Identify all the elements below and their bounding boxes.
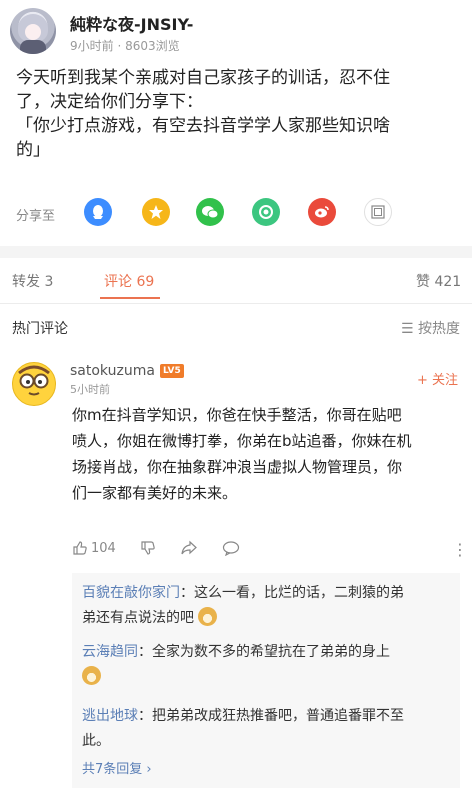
commenter-name[interactable]: satokuzuma — [70, 363, 155, 379]
comment-line: 喷人，你姐在微博打拳，你弟在b站追番，你妹在机 — [72, 432, 412, 450]
post-meta: 9小时前 · 8603浏览 — [70, 39, 180, 53]
wechat-icon[interactable] — [196, 198, 224, 226]
post-body: 今天听到我某个亲戚对自己家孩子的训话，忍不住 了，决定给你们分享下： 「你少打点… — [16, 66, 462, 162]
view-all-replies-link[interactable]: 共7条回复 › — [82, 758, 152, 777]
tabs-divider — [0, 303, 472, 304]
thumbs-up-icon — [73, 541, 87, 555]
reply-item[interactable]: 百貌在敲你家门：这么一看，比烂的话，二刺猿的弟 弟还有点说法的吧 — [82, 581, 454, 631]
like-count: 104 — [91, 540, 116, 556]
comment-line: 你m在抖音学知识，你爸在快手整活，你哥在贴吧 — [72, 406, 402, 424]
qzone-icon[interactable] — [142, 198, 170, 226]
comment-time: 5小时前 — [70, 383, 110, 396]
post-line: 的」 — [16, 140, 50, 160]
comment-bubble-icon — [222, 541, 240, 556]
thumbs-down-icon — [141, 541, 155, 555]
post-line: 「你少打点游戏，有空去抖音学学人家那些知识啥 — [16, 116, 390, 136]
glasses-emoji-icon — [18, 365, 50, 396]
avatar-face — [25, 24, 41, 40]
reply-author[interactable]: 云海趋同 — [82, 644, 138, 660]
reply-text: ：把弟弟改成狂热推番吧，普通追番罪不至 — [138, 708, 404, 724]
reply-item[interactable]: 云海趋同：全家为数不多的希望抗在了弟弟的身上 — [82, 640, 454, 690]
follow-button[interactable]: + 关注 — [417, 369, 458, 388]
comment-body: 你m在抖音学知识，你爸在快手整活，你哥在贴吧 喷人，你姐在微博打拳，你弟在b站追… — [72, 402, 464, 506]
share-label: 分享至 — [16, 209, 56, 224]
tab-like[interactable]: 赞 421 — [416, 271, 461, 291]
post-line: 今天听到我某个亲戚对自己家孩子的训话，忍不住 — [16, 68, 390, 88]
sort-by-hot-button[interactable]: ☰ 按热度 — [401, 318, 460, 338]
tab-repost[interactable]: 转发 3 — [12, 271, 53, 291]
reply-text: ：这么一看，比烂的话，二刺猿的弟 — [180, 585, 404, 601]
commenter-avatar[interactable] — [12, 362, 56, 406]
moments-icon[interactable] — [252, 198, 280, 226]
author-name[interactable]: 純粋な夜-JNSIY- — [70, 11, 193, 35]
gallery-icon[interactable] — [364, 198, 392, 226]
comment-line: 场接肖战，你在抽象群冲浪当虚拟人物管理员，你 — [72, 458, 403, 476]
avatar-body — [20, 40, 46, 54]
reply-text: ：全家为数不多的希望抗在了弟弟的身上 — [138, 644, 390, 660]
section-divider — [0, 246, 472, 258]
more-options-icon[interactable]: ⋮ — [452, 540, 468, 559]
like-button[interactable]: 104 — [72, 540, 116, 556]
reply-author[interactable]: 逃出地球 — [82, 708, 138, 724]
reply-author[interactable]: 百貌在敲你家门 — [82, 585, 180, 601]
tab-active-indicator — [100, 297, 160, 299]
reply-text: 此。 — [82, 733, 110, 749]
tab-comment[interactable]: 评论 69 — [104, 271, 154, 291]
reply-button[interactable] — [222, 540, 240, 556]
qq-icon[interactable] — [84, 198, 112, 226]
dislike-button[interactable] — [140, 540, 156, 556]
reply-item[interactable]: 逃出地球：把弟弟改成狂热推番吧，普通追番罪不至 此。 — [82, 704, 454, 754]
reply-text: 弟还有点说法的吧 — [82, 610, 194, 626]
hot-comments-title: 热门评论 — [12, 321, 68, 337]
post-line: 了，决定给你们分享下： — [16, 92, 203, 112]
doge-emoji-icon — [198, 607, 218, 626]
author-avatar[interactable] — [10, 8, 56, 54]
forward-icon — [181, 540, 197, 555]
level-badge: LV5 — [160, 364, 184, 378]
weibo-icon[interactable] — [308, 198, 336, 226]
share-comment-button[interactable] — [180, 540, 198, 556]
doge-emoji-icon — [82, 666, 101, 685]
comment-line: 们一家都有美好的未来。 — [72, 484, 238, 502]
